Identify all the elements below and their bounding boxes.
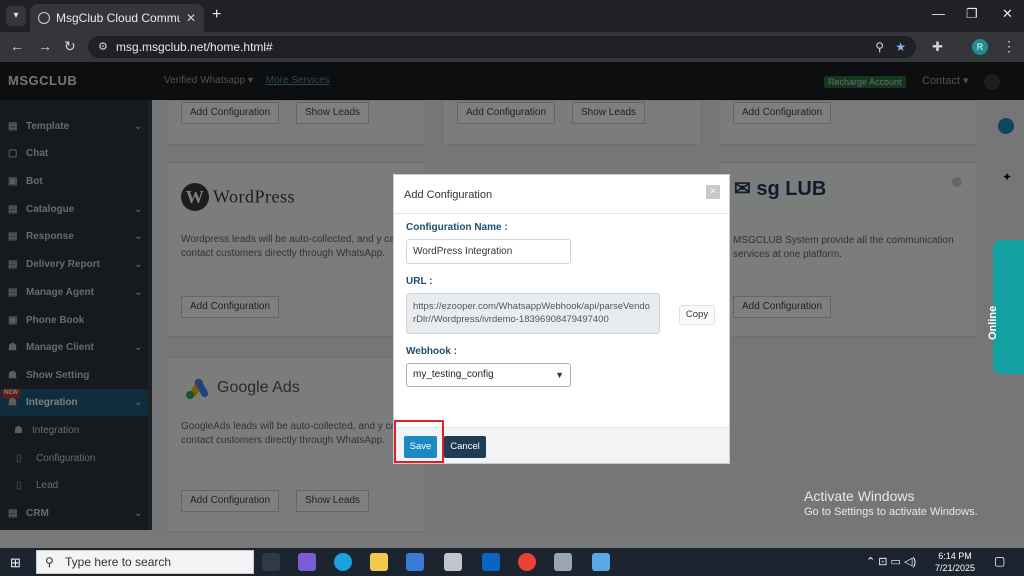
browser-menu-icon[interactable]: ⋮: [1002, 38, 1016, 55]
configuration-name-input[interactable]: WordPress Integration: [406, 239, 571, 264]
forward-icon[interactable]: →: [38, 38, 52, 54]
windows-taskbar: ⊞ ⚲ Type here to search ⌃ ⊡ ▭ ◁) 6:14 PM…: [0, 548, 1024, 576]
cancel-button[interactable]: Cancel: [444, 436, 486, 458]
reload-icon[interactable]: ↻: [64, 38, 76, 55]
webhook-select[interactable]: my_testing_config ▼: [406, 363, 571, 387]
restore-icon[interactable]: ❐: [966, 6, 978, 22]
copilot-icon[interactable]: [298, 553, 316, 571]
notification-icon[interactable]: ▢: [994, 554, 1005, 568]
url-text: msg.msgclub.net/home.html#: [116, 40, 273, 54]
activate-windows-watermark: Activate Windows Go to Settings to activ…: [804, 488, 978, 518]
notepad-icon[interactable]: [592, 553, 610, 571]
browser-toolbar: ← → ↻ ⚙ msg.msgclub.net/home.html# ⚲ ★ ✚…: [0, 32, 1024, 62]
store-icon[interactable]: [406, 553, 424, 571]
date: 7/21/2025: [934, 563, 976, 573]
new-tab-button[interactable]: +: [212, 6, 221, 24]
zoom-icon[interactable]: ⚲: [875, 36, 884, 58]
time: 6:14 PM: [938, 551, 972, 561]
app-icon[interactable]: [444, 553, 462, 571]
save-highlight-box: [394, 420, 444, 463]
task-view-icon[interactable]: [262, 553, 280, 571]
tab-search-button[interactable]: ▾: [6, 6, 26, 26]
app-icon[interactable]: [554, 553, 572, 571]
url-label: URL :: [406, 276, 433, 287]
profile-avatar[interactable]: R: [972, 39, 988, 55]
taskbar-search-input[interactable]: ⚲ Type here to search: [36, 550, 254, 574]
chevron-down-icon: ▼: [555, 370, 564, 380]
webhook-selected-value: my_testing_config: [413, 369, 494, 380]
extensions-icon[interactable]: ✚: [932, 39, 943, 55]
system-tray-icons[interactable]: ⌃ ⊡ ▭ ◁): [866, 555, 916, 568]
modal-divider: [394, 213, 729, 214]
copy-button[interactable]: Copy: [679, 305, 715, 325]
minimize-icon[interactable]: —: [932, 6, 945, 21]
outlook-icon[interactable]: [482, 553, 500, 571]
chrome-icon[interactable]: [518, 553, 536, 571]
modal-footer: Save Cancel: [394, 427, 729, 463]
configuration-name-label: Configuration Name :: [406, 222, 508, 233]
webhook-label: Webhook :: [406, 346, 457, 357]
browser-tab-bar: ▾ MsgClub Cloud Communication ✕ + — ❐ ✕: [0, 0, 1024, 32]
back-icon[interactable]: ←: [10, 38, 24, 54]
windows-start-icon[interactable]: ⊞: [10, 555, 21, 571]
online-chat-tab[interactable]: Online: [987, 240, 1024, 374]
url-field[interactable]: https://ezooper.com/WhatsappWebhook/api/…: [406, 293, 660, 334]
close-icon[interactable]: ✕: [186, 4, 196, 32]
browser-tab[interactable]: MsgClub Cloud Communication ✕: [30, 4, 204, 32]
window-close-icon[interactable]: ✕: [1002, 6, 1013, 22]
site-settings-icon[interactable]: ⚙: [98, 36, 108, 58]
search-icon: ⚲: [45, 555, 54, 569]
edge-icon[interactable]: [334, 553, 352, 571]
file-explorer-icon[interactable]: [370, 553, 388, 571]
globe-icon: [38, 12, 50, 24]
modal-title: Add Configuration: [404, 189, 493, 201]
clock[interactable]: 6:14 PM 7/21/2025: [930, 550, 980, 574]
close-icon[interactable]: ×: [706, 185, 720, 199]
address-bar[interactable]: ⚙ msg.msgclub.net/home.html# ⚲ ★: [88, 36, 916, 58]
tab-title: MsgClub Cloud Communication: [56, 11, 180, 25]
bookmark-star-icon[interactable]: ★: [895, 36, 906, 58]
